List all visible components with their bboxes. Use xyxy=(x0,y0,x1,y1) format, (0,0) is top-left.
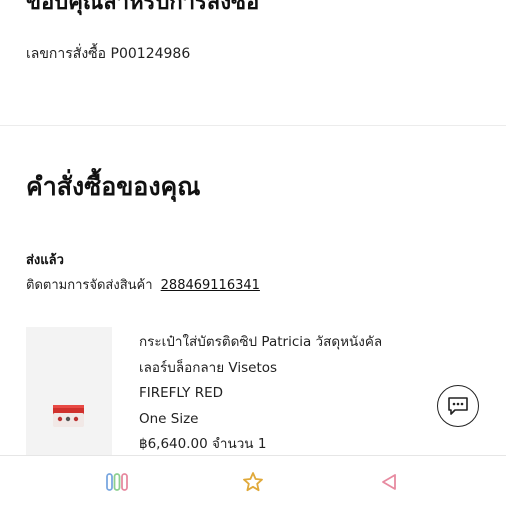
product-details: กระเป๋าใส่บัตรติดซิป Patricia วัสดุหนังค… xyxy=(139,330,429,458)
section-divider xyxy=(0,125,506,126)
orders-section-title: คำสั่งซื้อของคุณ xyxy=(26,172,201,201)
product-price-quantity: ฿6,640.00 จำนวน 1 xyxy=(139,436,267,452)
tracking-row: ติดตามการจัดส่งสินค้า 288469116341 xyxy=(26,274,260,295)
nav-back-button[interactable] xyxy=(375,468,403,496)
product-image[interactable] xyxy=(26,327,112,455)
nav-recents-button[interactable] xyxy=(103,468,131,496)
chat-bubble-icon xyxy=(448,397,468,415)
product-color: FIREFLY RED xyxy=(139,385,223,401)
recents-icon xyxy=(106,473,128,491)
page-title: ขอบคุณสำหรับการสั่งซื้อ xyxy=(26,0,260,15)
product-name-line-1[interactable]: กระเป๋าใส่บัตรติดซิป Patricia วัสดุหนังค… xyxy=(139,330,429,356)
tracking-label: ติดตามการจัดส่งสินค้า xyxy=(26,278,153,293)
system-navigation-bar xyxy=(0,455,506,507)
chat-button[interactable] xyxy=(437,385,479,427)
home-star-icon xyxy=(243,472,263,492)
product-size: One Size xyxy=(139,410,199,427)
back-triangle-icon xyxy=(382,474,396,490)
nav-home-button[interactable] xyxy=(239,468,267,496)
product-card-holder-icon xyxy=(53,405,84,427)
order-number: เลขการสั่งซื้อ P00124986 xyxy=(26,46,191,62)
shipment-status: ส่งแล้ว xyxy=(26,253,64,268)
tracking-number-link[interactable]: 288469116341 xyxy=(161,278,260,293)
product-name-line-2[interactable]: เลอร์บล็อกลาย Visetos xyxy=(139,356,429,382)
